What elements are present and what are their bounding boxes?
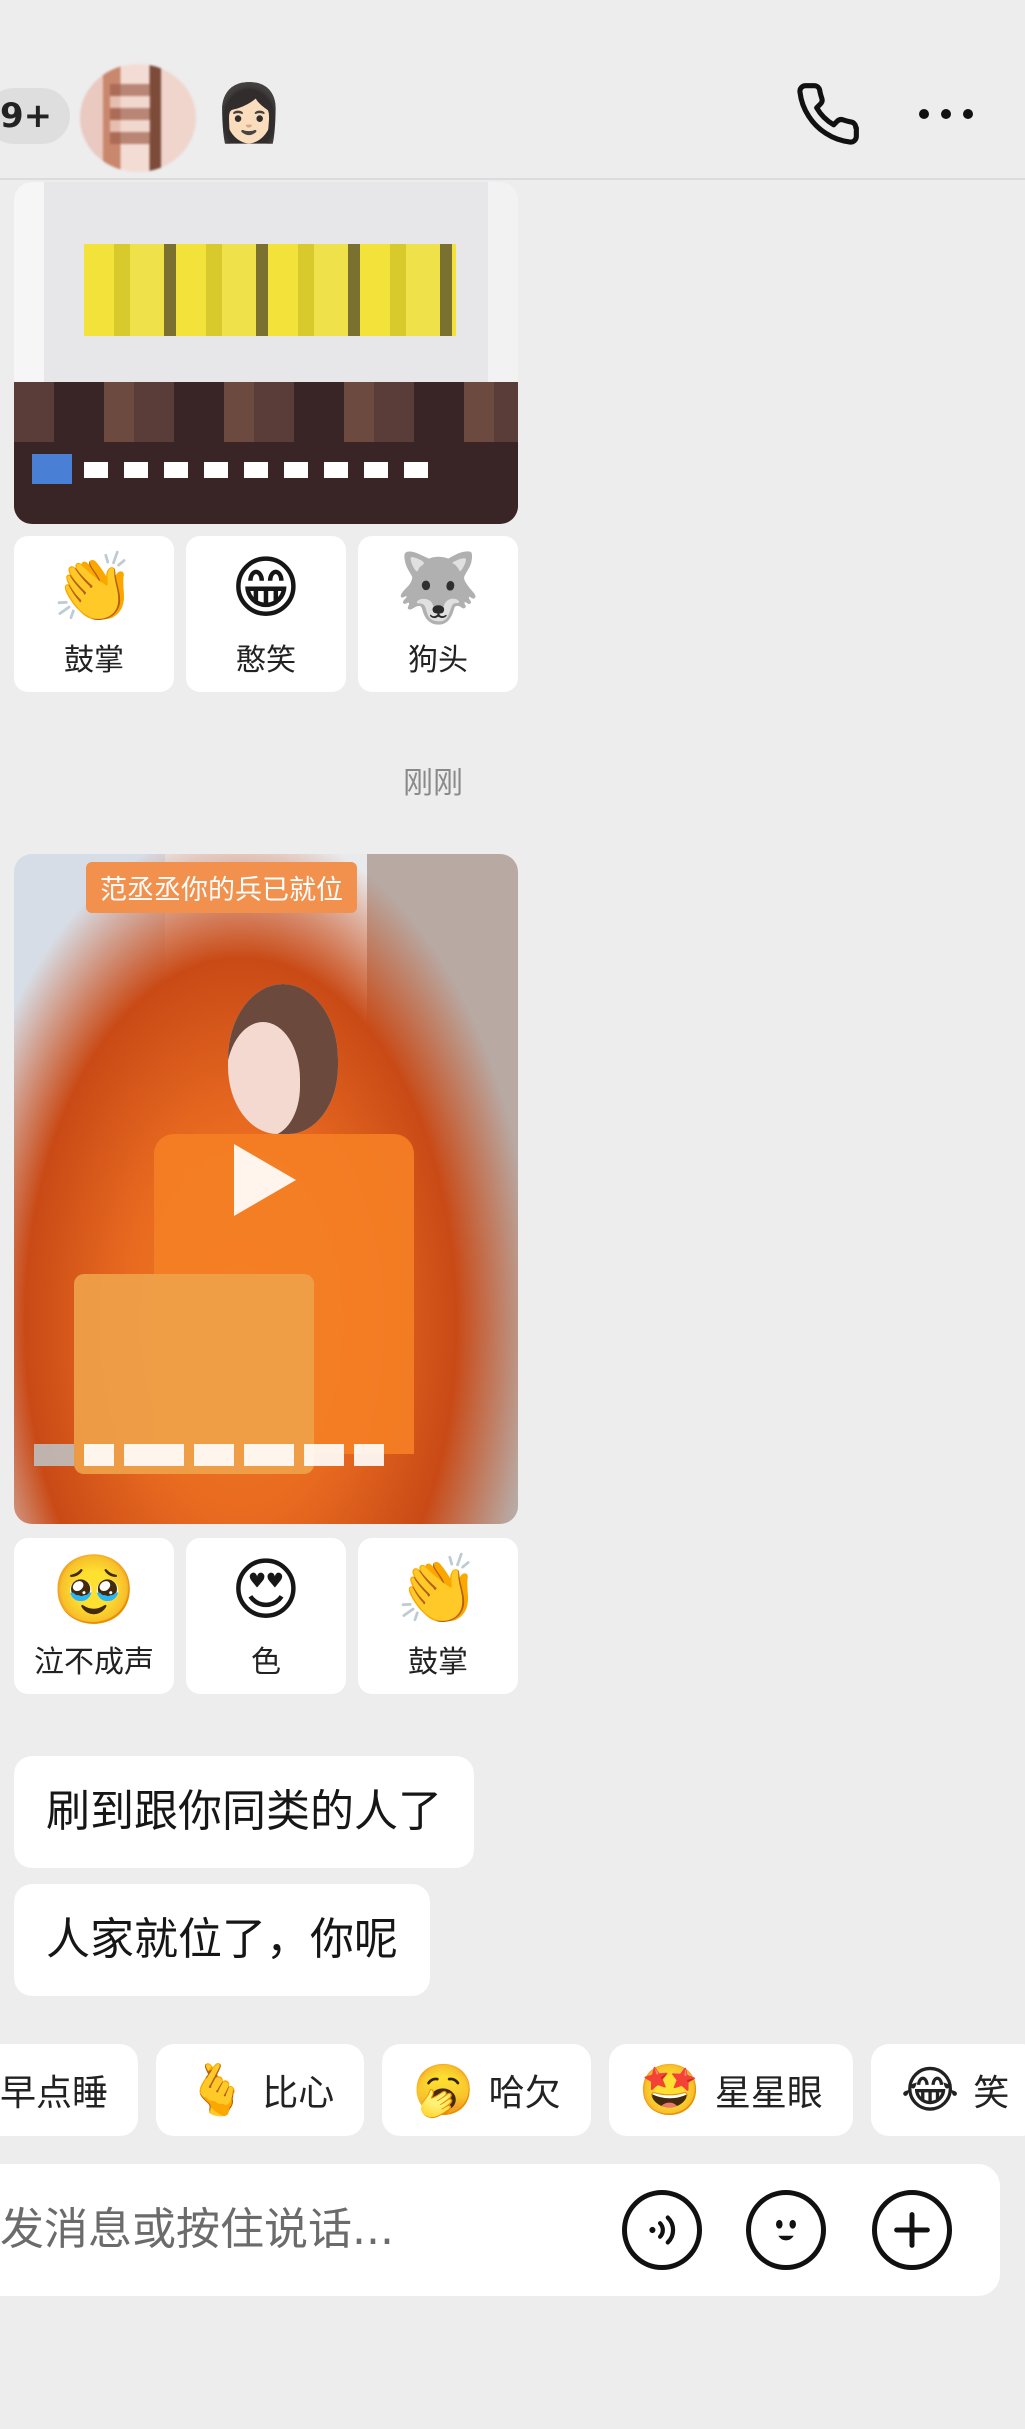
phone-icon[interactable] — [794, 80, 862, 152]
chip-label: 星星眼 — [714, 2073, 823, 2114]
reaction-label: 色 — [251, 1645, 281, 1680]
message-input-bar — [0, 2164, 1000, 2296]
message-bubble[interactable]: 刷到跟你同类的人了 — [14, 1756, 474, 1868]
reaction-label: 鼓掌 — [408, 1645, 468, 1680]
play-icon[interactable] — [234, 1144, 296, 1216]
heart-eyes-emoji: 😍 — [230, 1551, 302, 1630]
chat-screen: 9+ 👩🏻 👏 鼓掌 😁 憨笑 🐺 狗头 刚刚 范丞丞你的兵已就位 🥹 泣不成声… — [0, 0, 1025, 2429]
quick-reply-laugh[interactable]: 😂 笑 — [870, 2044, 1025, 2136]
message-bubble[interactable]: 人家就位了，你呢 — [14, 1884, 430, 1996]
unread-badge[interactable]: 9+ — [0, 88, 71, 144]
grin-emoji: 😁 — [230, 549, 302, 628]
chip-label: 比心 — [262, 2073, 335, 2114]
contact-avatar[interactable] — [80, 64, 196, 172]
reaction-clap[interactable]: 👏 鼓掌 — [358, 1538, 518, 1694]
video-banner: 范丞丞你的兵已就位 — [86, 862, 357, 913]
pixelated-area — [14, 382, 518, 442]
pixelated-caption — [34, 1444, 384, 1466]
finger-heart-icon: 🫰 — [186, 2060, 249, 2119]
star-eyes-icon: 🤩 — [638, 2060, 701, 2119]
more-dots-icon[interactable] — [916, 104, 976, 128]
chip-label: 哈欠 — [488, 2073, 561, 2114]
laugh-icon: 😂 — [900, 2061, 960, 2119]
shared-video-card[interactable]: 范丞丞你的兵已就位 — [14, 854, 518, 1524]
quick-reply-heart[interactable]: 🫰 比心 — [156, 2044, 365, 2136]
plus-icon[interactable] — [872, 2190, 952, 2270]
video-person — [228, 984, 338, 1134]
reaction-label: 狗头 — [408, 643, 468, 678]
reaction-label: 憨笑 — [236, 643, 296, 678]
pixelated-sticker — [84, 244, 456, 336]
quick-reply-sleep-early[interactable]: 早点睡 — [0, 2044, 139, 2136]
reaction-doge[interactable]: 🐺 狗头 — [358, 536, 518, 692]
chip-label: 笑 — [973, 2073, 1010, 2114]
reaction-heart-eyes[interactable]: 😍 色 — [186, 1538, 346, 1694]
message-input[interactable] — [0, 2164, 600, 2296]
doge-emoji: 🐺 — [395, 549, 481, 628]
reaction-row-1: 👏 鼓掌 😁 憨笑 🐺 狗头 — [14, 536, 518, 692]
pixelated-icon — [32, 454, 72, 484]
reaction-cry[interactable]: 🥹 泣不成声 — [14, 1538, 174, 1694]
clap-emoji: 👏 — [395, 1551, 481, 1630]
chat-header: 9+ 👩🏻 — [0, 0, 1025, 180]
cry-emoji: 🥹 — [51, 1551, 137, 1630]
clap-emoji: 👏 — [51, 549, 137, 628]
reaction-grin[interactable]: 😁 憨笑 — [186, 536, 346, 692]
quick-reply-yawn[interactable]: 🥱 哈欠 — [382, 2044, 591, 2136]
yawn-icon: 🥱 — [412, 2060, 475, 2119]
shared-image-card[interactable] — [14, 182, 518, 524]
reaction-label: 鼓掌 — [64, 643, 124, 678]
reaction-row-2: 🥹 泣不成声 😍 色 👏 鼓掌 — [14, 1538, 518, 1694]
message-timestamp: 刚刚 — [403, 766, 463, 801]
pixelated-caption — [84, 462, 444, 478]
chip-label: 早点睡 — [0, 2073, 109, 2114]
quick-reply-star-eyes[interactable]: 🤩 星星眼 — [608, 2044, 853, 2136]
voice-icon[interactable] — [622, 2190, 702, 2270]
reaction-label: 泣不成声 — [34, 1645, 154, 1680]
quick-reply-bar: 早点睡 🫰 比心 🥱 哈欠 🤩 星星眼 😂 笑 — [0, 2044, 1025, 2136]
contact-status-emoji: 👩🏻 — [214, 81, 284, 146]
reaction-clap[interactable]: 👏 鼓掌 — [14, 536, 174, 692]
emoji-face-icon[interactable] — [746, 2190, 826, 2270]
